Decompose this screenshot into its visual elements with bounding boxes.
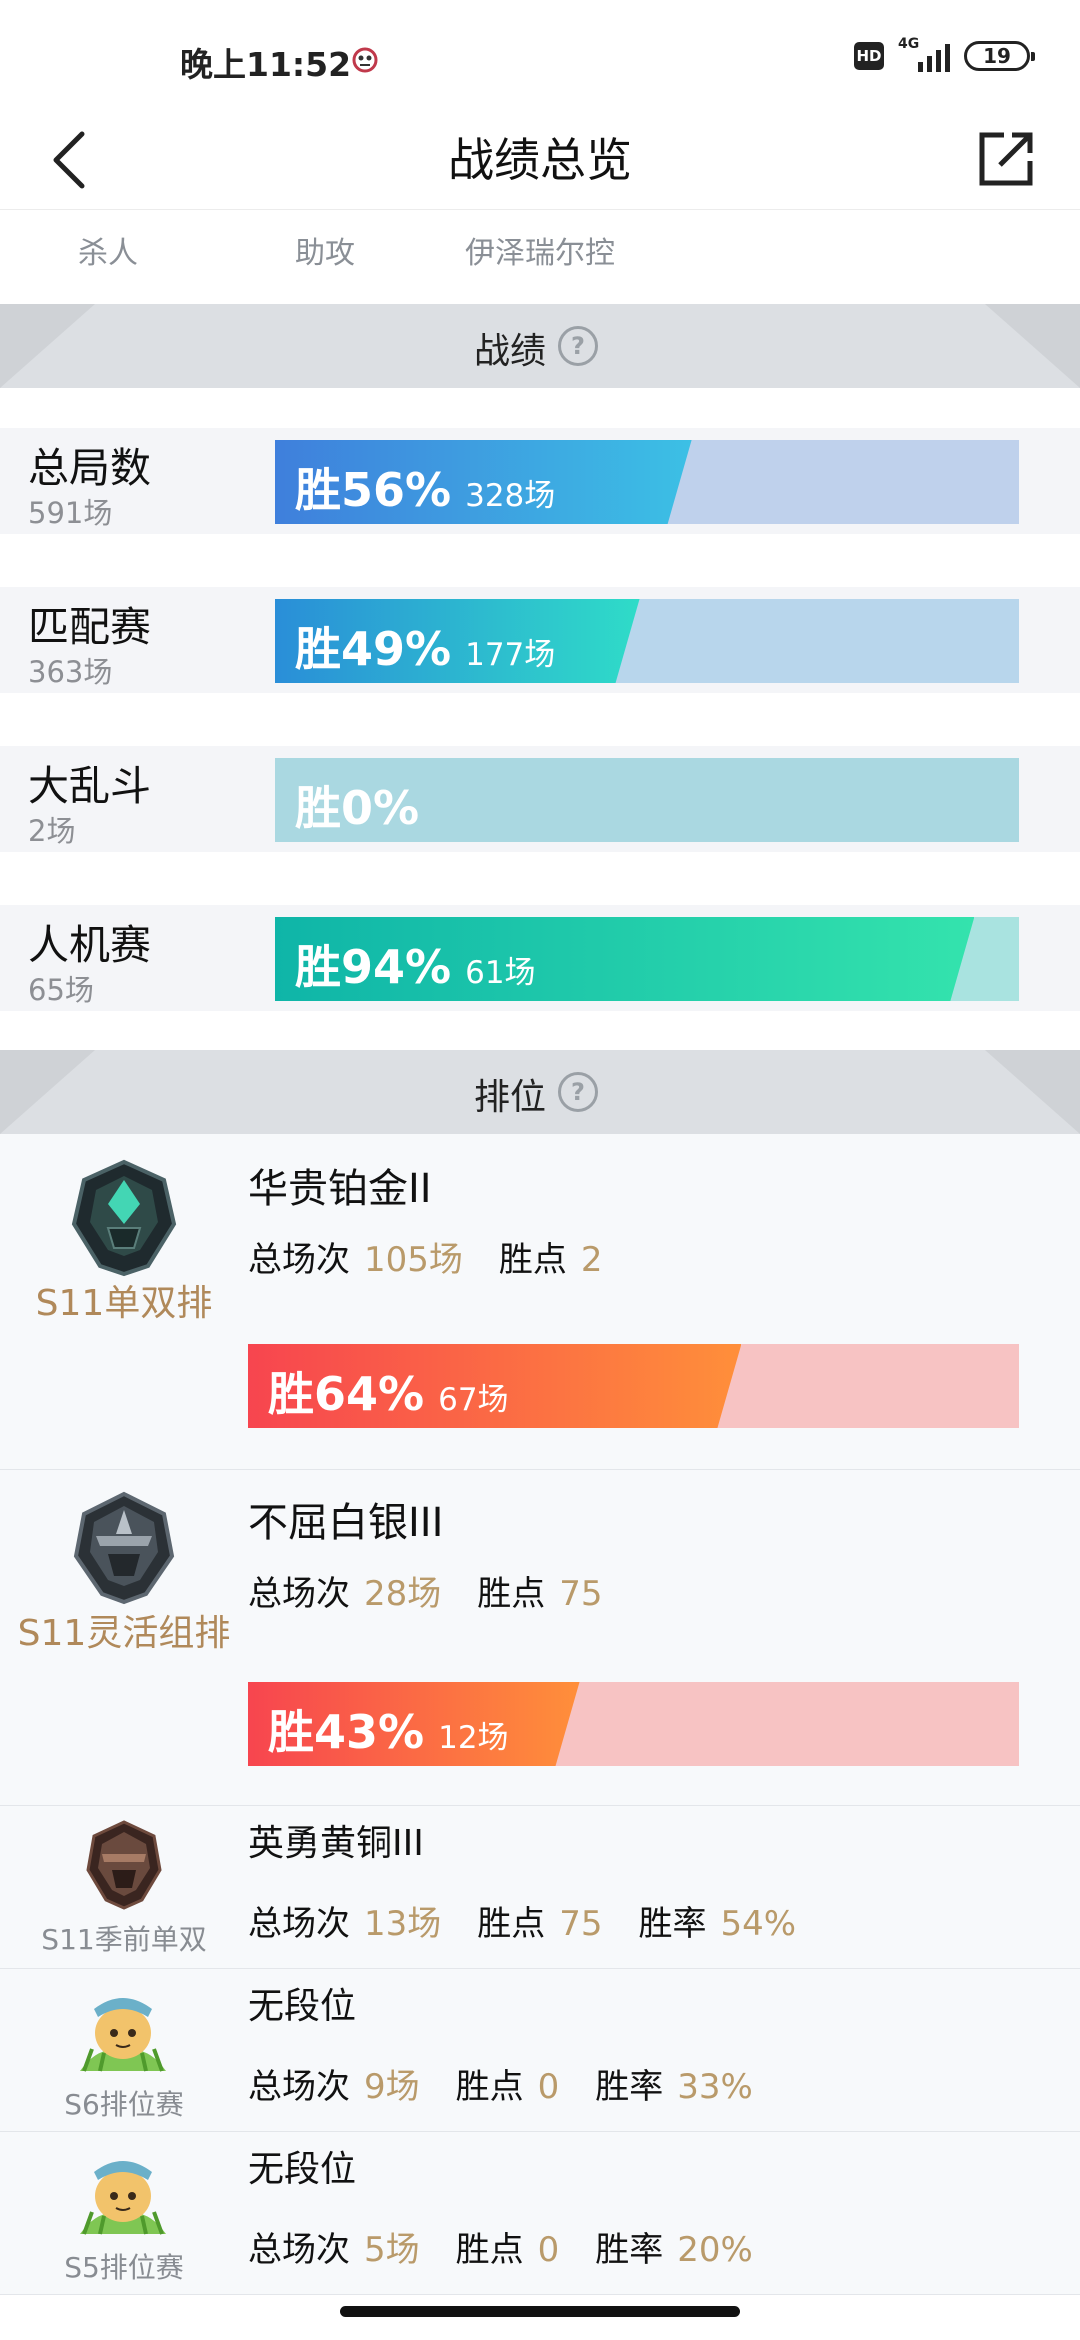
rank-stats: 总场次 13场 胜点 75 胜率 54%	[248, 1904, 797, 1944]
status-bar: 晚上11:52 HD 4G 19	[0, 0, 1080, 110]
help-icon[interactable]: ?	[558, 326, 598, 366]
season-label: S11单双排	[35, 1283, 213, 1324]
win-rate-label: 胜0%	[295, 781, 420, 835]
win-rate: 33%	[677, 2067, 753, 2107]
rank-row-s6[interactable]: S6排位赛 无段位 总场次 9场 胜点 0 胜率 33%	[0, 1969, 1080, 2132]
rank-stats: 总场次 105场 胜点 2	[248, 1240, 603, 1280]
battery-icon: 19	[964, 41, 1035, 71]
teemo-emblem-icon	[80, 1998, 166, 2072]
win-rate-bar: 胜43% 12场	[248, 1682, 1019, 1766]
stat-row-total[interactable]: 总局数 591场 胜56% 328场	[0, 428, 1080, 534]
stat-count: 65场	[28, 973, 94, 1007]
win-rate-label: 胜94% 61场	[295, 940, 536, 994]
win-games: 67场	[438, 1382, 509, 1418]
tier-name: 华贵铂金II	[248, 1166, 432, 1212]
stat-name: 大乱斗	[28, 762, 151, 810]
ranked-section-title: 排位	[473, 1077, 546, 1118]
stat-count: 363场	[28, 655, 113, 689]
rank-row-solo[interactable]: S11单双排 华贵铂金II 总场次 105场 胜点 2 胜64% 67场	[0, 1134, 1080, 1470]
win-rate-bar: 胜56% 328场	[275, 440, 1019, 524]
rank-stats: 总场次 9场 胜点 0 胜率 33%	[248, 2067, 753, 2107]
win-games: 12场	[438, 1720, 509, 1756]
platinum-emblem-icon	[71, 1159, 177, 1277]
win-rate-label: 胜49% 177场	[295, 622, 556, 676]
app-notification-icon	[352, 47, 378, 73]
league-points: 0	[537, 2230, 560, 2270]
rank-row-preseason[interactable]: S11季前单双 英勇黄铜III 总场次 13场 胜点 75 胜率 54%	[0, 1806, 1080, 1969]
stat-row-bot[interactable]: 人机赛 65场 胜94% 61场	[0, 905, 1080, 1011]
bronze-emblem-icon	[86, 1820, 162, 1910]
ranked-list: S11单双排 华贵铂金II 总场次 105场 胜点 2 胜64% 67场 S11灵活组排…	[0, 1134, 1080, 2295]
rank-stats: 总场次 28场 胜点 75	[248, 1574, 603, 1614]
rank-row-s5[interactable]: S5排位赛 无段位 总场次 5场 胜点 0 胜率 20%	[0, 2132, 1080, 2295]
total-games: 28场	[364, 1574, 442, 1614]
tab-kills[interactable]: 杀人	[78, 228, 138, 272]
stats-list: 总局数 591场 胜56% 328场 匹配赛 363场 胜49% 177场 大乱斗 …	[0, 388, 1080, 1050]
stat-row-normal[interactable]: 匹配赛 363场 胜49% 177场	[0, 587, 1080, 693]
stats-section-title: 战绩	[473, 331, 546, 372]
win-rate: 54%	[720, 1904, 797, 1944]
stat-name: 人机赛	[28, 921, 151, 969]
home-indicator[interactable]	[340, 2306, 740, 2317]
share-button[interactable]	[974, 125, 1040, 191]
stat-name: 匹配赛	[28, 603, 151, 651]
page-title: 战绩总览	[448, 133, 632, 187]
teemo-emblem-icon	[80, 2161, 166, 2235]
win-rate: 20%	[677, 2230, 753, 2270]
total-games: 5场	[364, 2230, 420, 2270]
season-label: S11季前单双	[41, 1923, 207, 1956]
rank-row-flex[interactable]: S11灵活组排 不屈白银III 总场次 28场 胜点 75 胜43% 12场	[0, 1470, 1080, 1806]
total-games: 105场	[364, 1240, 463, 1280]
tier-name: 英勇黄铜III	[248, 1823, 424, 1864]
stat-count: 2场	[28, 814, 76, 848]
win-rate-bar: 胜0%	[275, 758, 1019, 842]
win-rate-label: 胜64% 67场	[268, 1367, 509, 1421]
season-label: S11灵活组排	[17, 1613, 231, 1654]
stats-section-header: 战绩 ?	[0, 304, 1080, 388]
tab-assists[interactable]: 助攻	[295, 228, 355, 272]
signal-icon: 4G	[898, 36, 950, 72]
league-points: 2	[580, 1240, 603, 1280]
tab-champion[interactable]: 伊泽瑞尔控	[465, 228, 615, 272]
season-label: S5排位赛	[64, 2251, 184, 2284]
network-type: 4G	[898, 36, 920, 52]
season-label: S6排位赛	[64, 2088, 184, 2121]
hd-icon: HD	[854, 42, 884, 70]
stat-count: 591场	[28, 496, 113, 530]
stat-name: 总局数	[28, 444, 151, 492]
win-games: 61场	[465, 955, 536, 991]
win-games: 328场	[465, 478, 556, 514]
share-icon	[979, 132, 1033, 186]
total-games: 9场	[364, 2067, 420, 2107]
rank-stats: 总场次 5场 胜点 0 胜率 20%	[248, 2230, 753, 2270]
category-tabs: 杀人 助攻 伊泽瑞尔控	[0, 210, 1080, 305]
win-games: 177场	[465, 637, 556, 673]
win-rate-label: 胜56% 328场	[295, 463, 556, 517]
ranked-section-header: 排位 ?	[0, 1050, 1080, 1134]
league-points: 75	[559, 1574, 603, 1614]
help-icon[interactable]: ?	[558, 1072, 598, 1112]
win-rate-bar: 胜64% 67场	[248, 1344, 1019, 1428]
total-games: 13场	[364, 1904, 442, 1944]
app-header: 战绩总览	[0, 110, 1080, 210]
win-rate-bar: 胜49% 177场	[275, 599, 1019, 683]
tier-name: 无段位	[248, 1986, 357, 2027]
status-indicators: HD 4G 19	[854, 36, 1035, 72]
league-points: 0	[537, 2067, 560, 2107]
win-rate-bar: 胜94% 61场	[275, 917, 1019, 1001]
tier-name: 不屈白银III	[248, 1500, 444, 1546]
league-points: 75	[559, 1904, 603, 1944]
battery-level: 19	[983, 44, 1011, 68]
win-rate-label: 胜43% 12场	[268, 1705, 509, 1759]
tier-name: 无段位	[248, 2149, 357, 2190]
status-time: 晚上11:52	[180, 45, 352, 84]
silver-emblem-icon	[73, 1491, 175, 1605]
stat-row-aram[interactable]: 大乱斗 2场 胜0%	[0, 746, 1080, 852]
